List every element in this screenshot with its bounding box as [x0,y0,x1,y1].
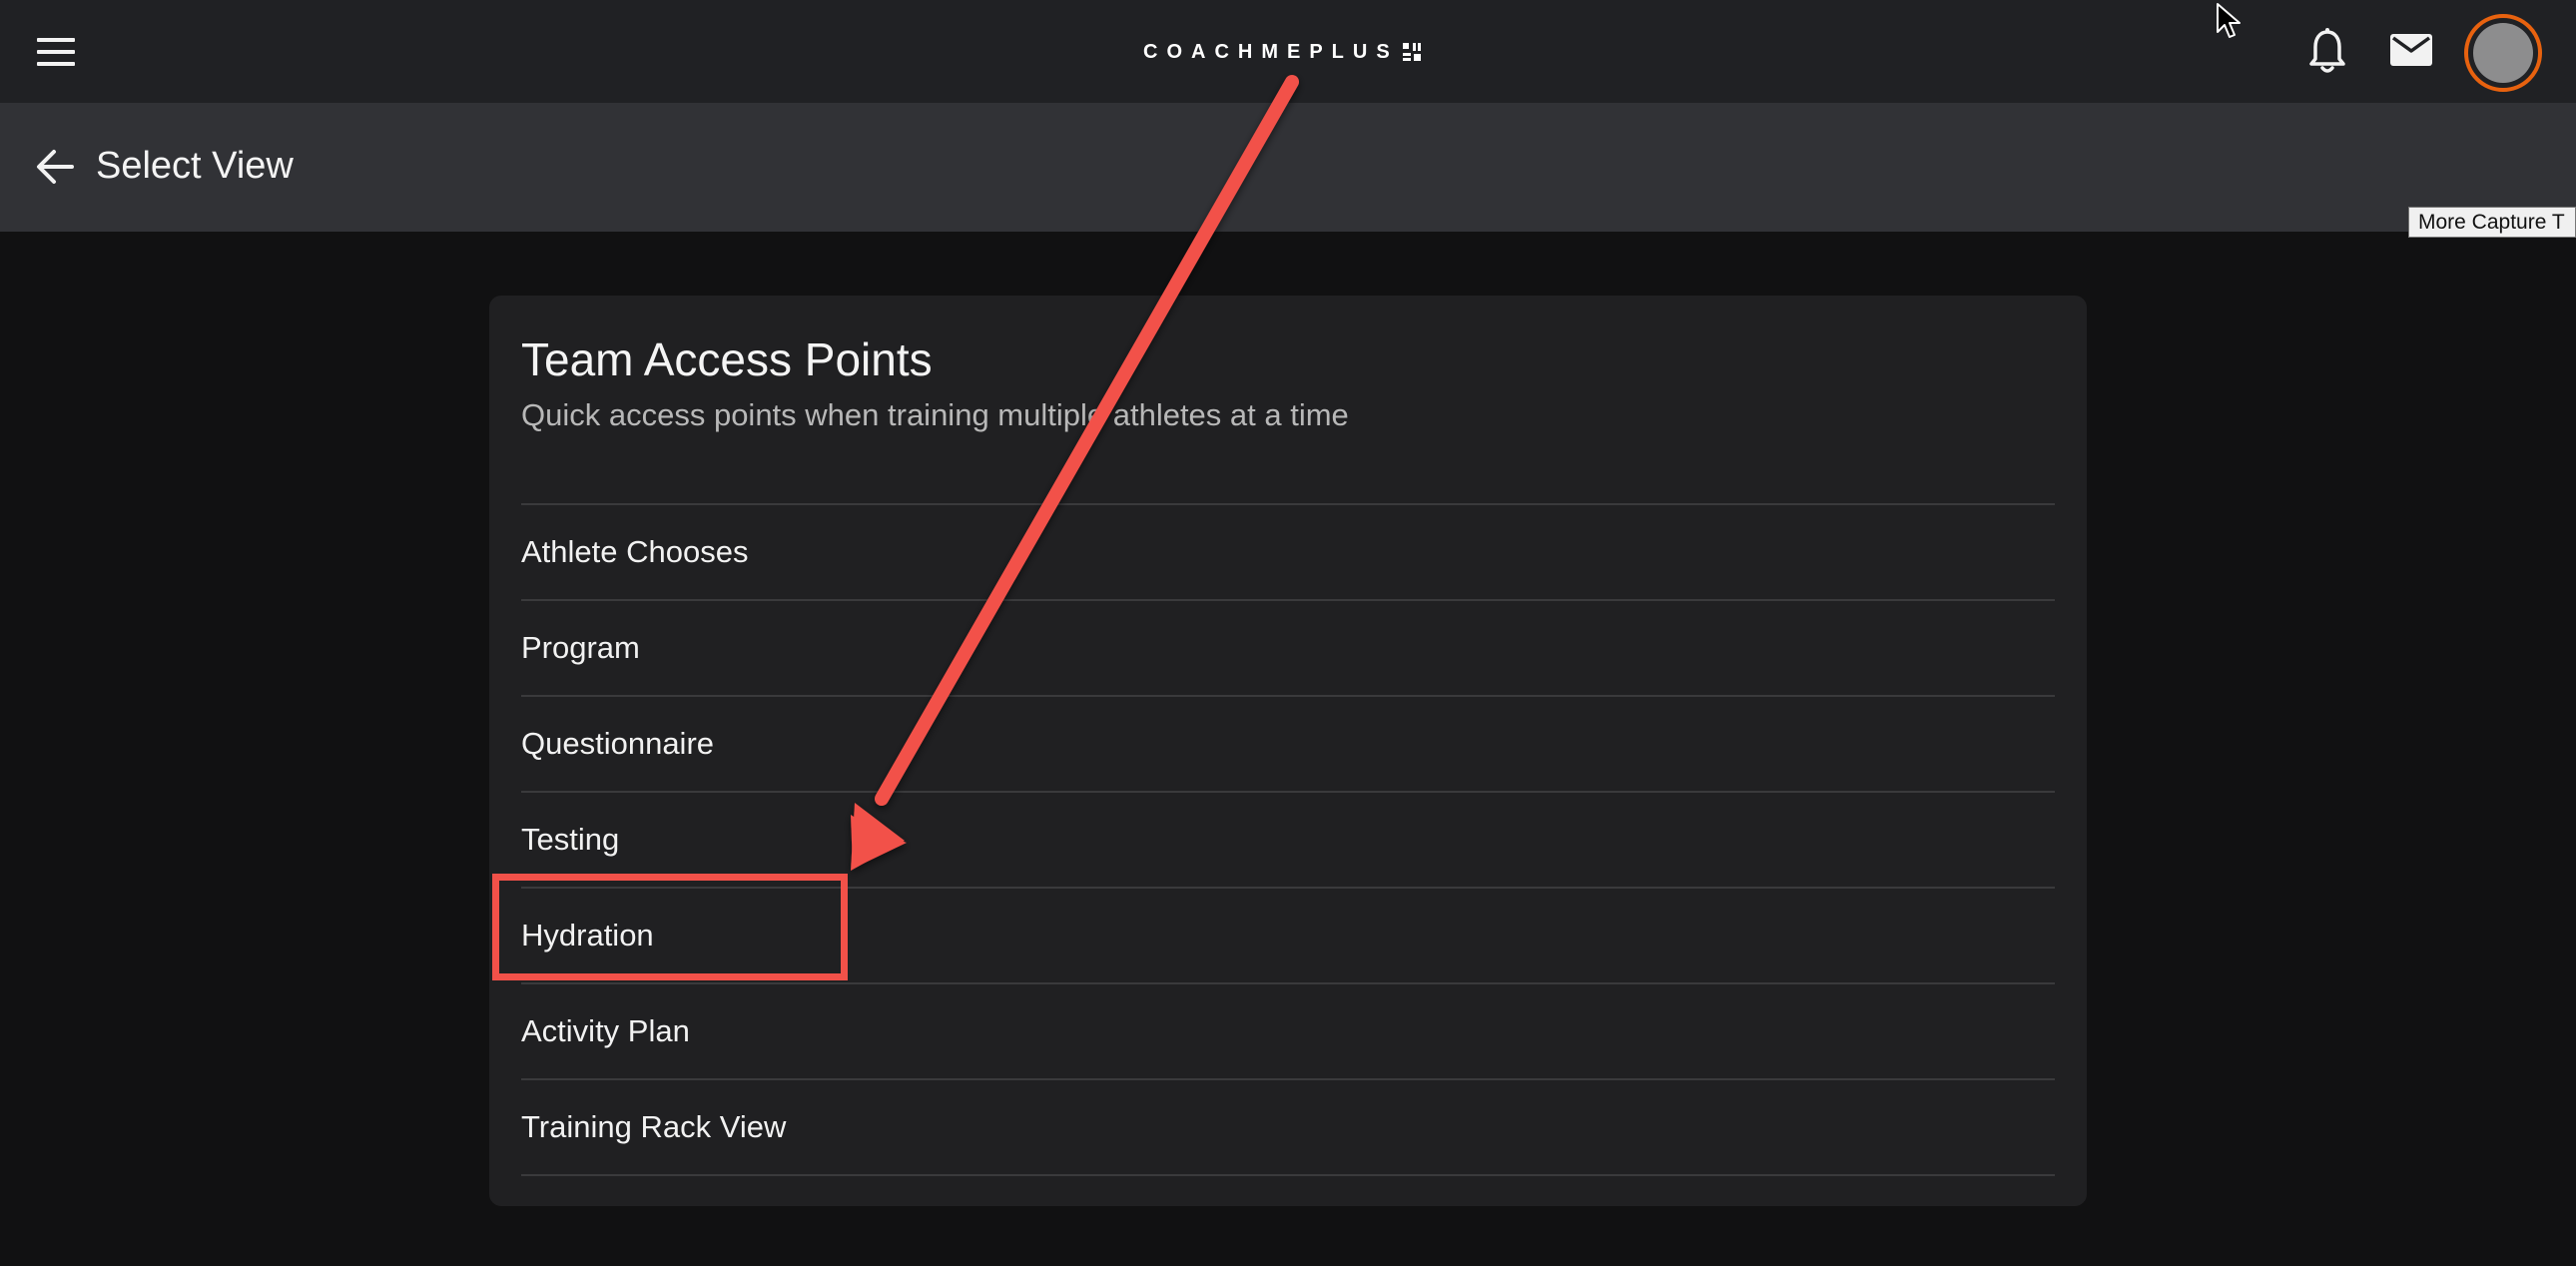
menu-icon-line [37,50,75,54]
page-header [0,103,2576,232]
menu-icon-line [37,62,75,66]
list-item-program[interactable]: Program [521,599,2055,695]
bell-icon[interactable] [2307,26,2347,76]
access-points-list: Athlete Chooses Program Questionnaire Te… [521,503,2055,1176]
tooltip: More Capture T [2408,207,2576,238]
list-item-questionnaire[interactable]: Questionnaire [521,695,2055,791]
avatar-image [2473,23,2533,83]
card-title: Team Access Points [521,333,933,385]
logo-text: COACHMEPLUS [1143,40,1399,63]
back-arrow-icon[interactable] [34,146,76,188]
team-access-points-card: Team Access Points Quick access points w… [489,296,2087,1206]
card-subtitle: Quick access points when training multip… [521,397,1349,432]
page-title: Select View [96,145,294,187]
mail-icon[interactable] [2388,30,2434,70]
menu-button[interactable] [30,30,82,74]
list-item-testing[interactable]: Testing [521,791,2055,887]
menu-icon-line [37,38,75,42]
annotation-highlight-box [492,874,848,980]
list-item-athlete-chooses[interactable]: Athlete Chooses [521,503,2055,599]
coachmeplus-logo[interactable]: COACHMEPLUS [1143,36,1423,68]
user-avatar[interactable] [2464,14,2542,92]
mouse-cursor-icon [2217,3,2241,38]
list-item-activity-plan[interactable]: Activity Plan [521,982,2055,1078]
logo-mark-icon [1402,43,1421,61]
list-item-training-rack-view[interactable]: Training Rack View [521,1078,2055,1176]
top-bar: COACHMEPLUS [0,0,2576,103]
